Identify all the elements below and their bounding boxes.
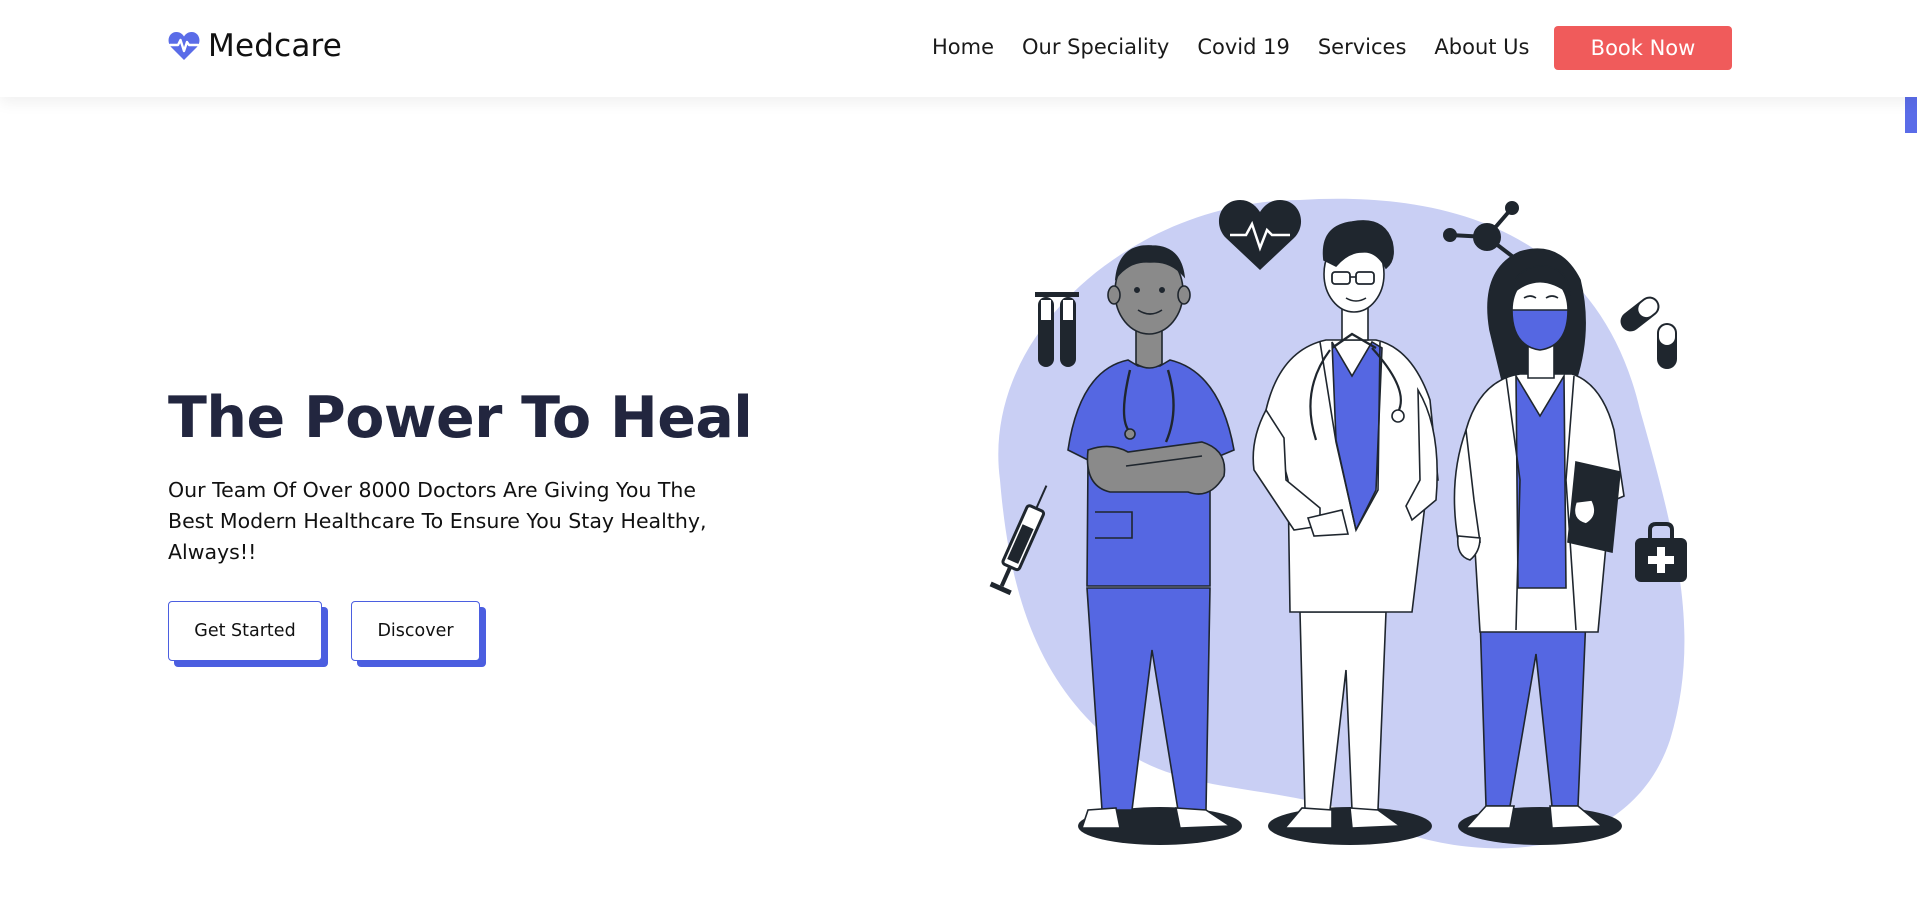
- site-header: Medcare Home Our Speciality Covid 19 Ser…: [0, 0, 1917, 97]
- doctors-illustration: [989, 198, 1687, 849]
- pills-icon: [1620, 296, 1677, 369]
- main-nav: Home Our Speciality Covid 19 Services Ab…: [932, 32, 1529, 62]
- hero-description: Our Team Of Over 8000 Doctors Are Giving…: [168, 478, 707, 564]
- get-started-button[interactable]: Get Started: [168, 601, 322, 661]
- nav-link-about-us[interactable]: About Us: [1434, 32, 1529, 62]
- book-now-button[interactable]: Book Now: [1554, 26, 1732, 70]
- heartbeat-icon: [168, 32, 200, 60]
- nav-link-our-speciality[interactable]: Our Speciality: [1022, 32, 1169, 62]
- brand-logo[interactable]: Medcare: [168, 28, 342, 64]
- nav-link-covid-19[interactable]: Covid 19: [1197, 32, 1290, 62]
- hero-title: The Power To Heal: [168, 385, 753, 451]
- brand-name: Medcare: [208, 28, 343, 64]
- nav-link-services[interactable]: Services: [1318, 32, 1407, 62]
- nav-link-home[interactable]: Home: [932, 32, 994, 62]
- discover-button[interactable]: Discover: [351, 601, 480, 661]
